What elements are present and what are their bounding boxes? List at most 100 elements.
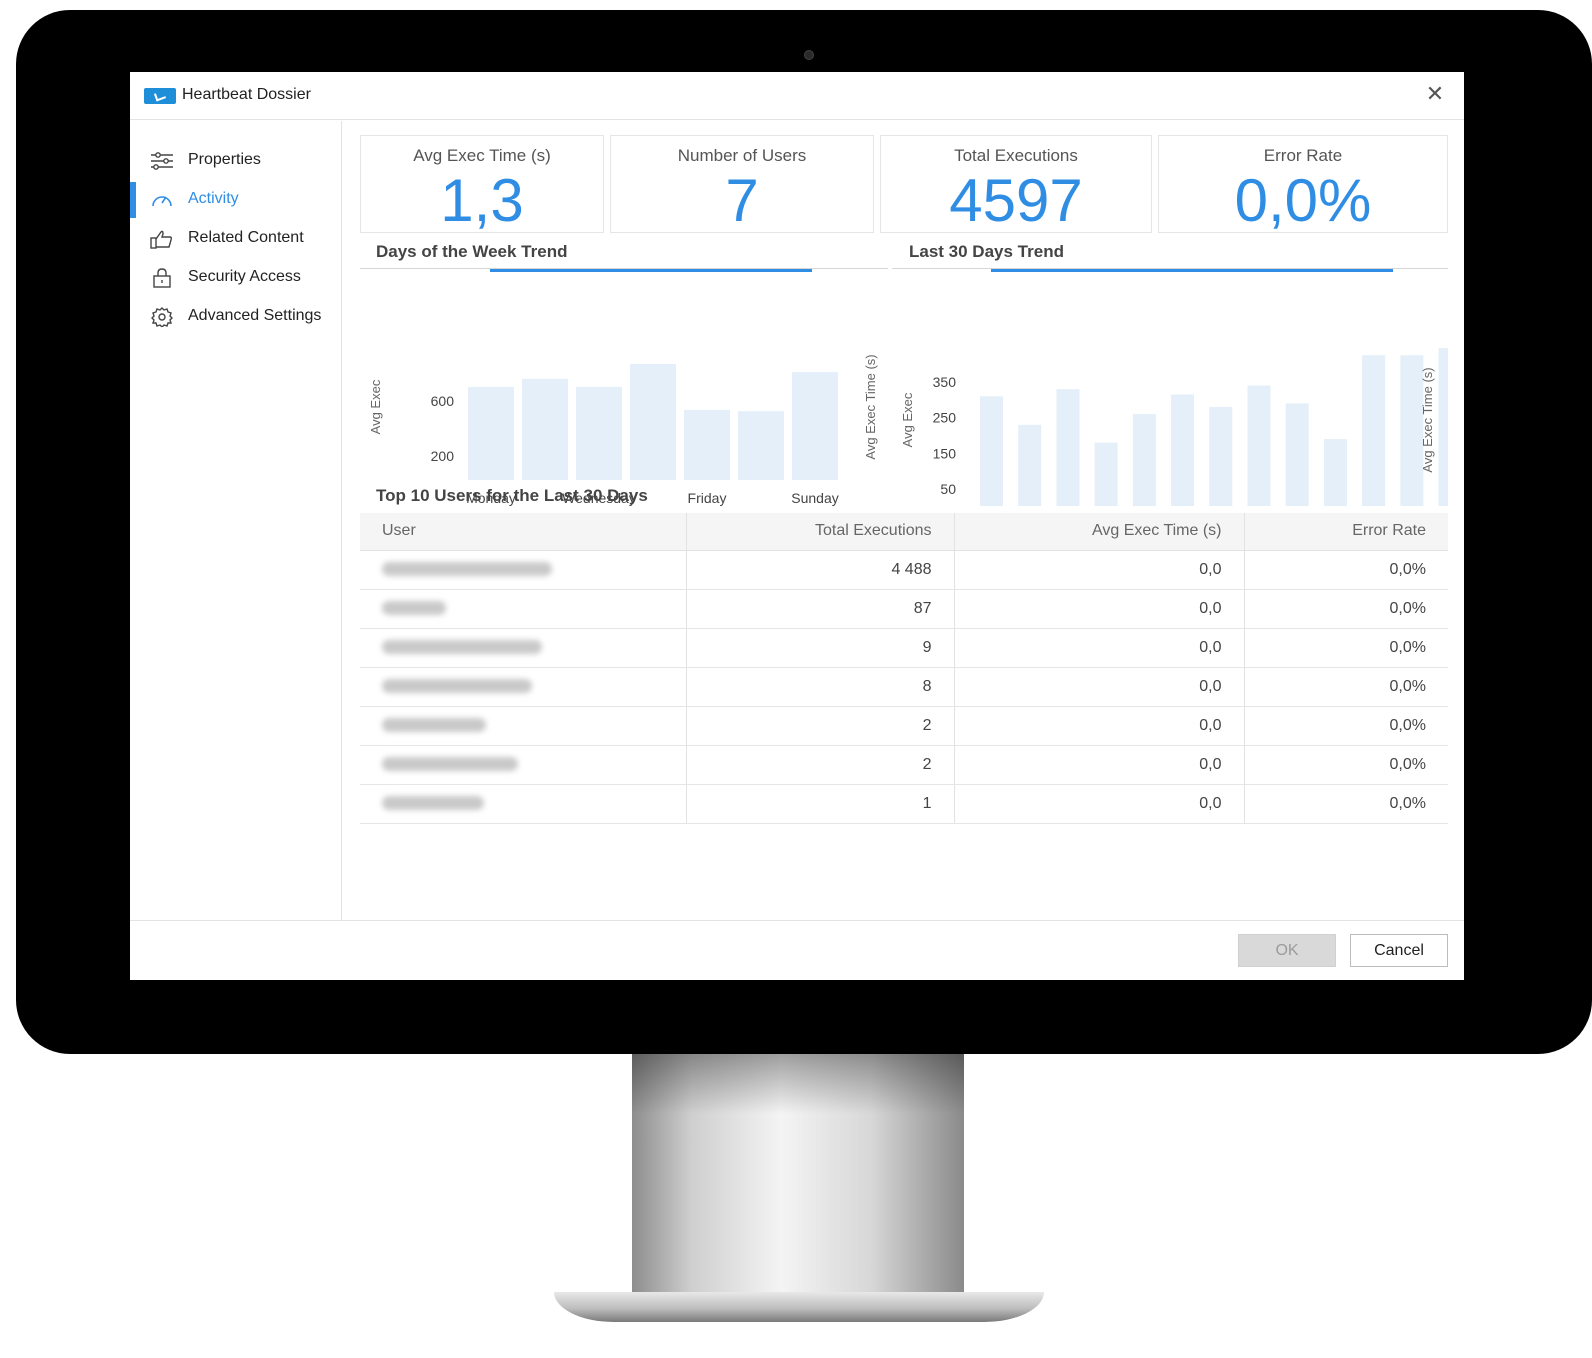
error-rate-cell: 0,0% <box>1244 667 1448 707</box>
avg-exec-time-cell: 0,0 <box>954 706 1245 746</box>
bar-2019-02-10[interactable] <box>1132 414 1156 506</box>
y-axis-title: Avg Exec <box>368 379 383 434</box>
user-name-cell <box>360 667 687 707</box>
total-executions-cell: 87 <box>686 589 955 629</box>
bar-2019-02-13[interactable] <box>1247 385 1271 506</box>
bar-wednesday[interactable] <box>576 386 622 480</box>
bar-2019-02-14[interactable] <box>1285 403 1309 506</box>
user-name-cell <box>360 550 687 590</box>
bar-thursday[interactable] <box>630 364 676 480</box>
user-name-cell <box>360 784 687 824</box>
month-trend-title: Last 30 Days Trend <box>909 242 1064 261</box>
user-name-cell <box>360 589 687 629</box>
total-executions-cell: 2 <box>686 745 955 785</box>
kpi-avg-exec-time: Avg Exec Time (s) 1,3 <box>360 135 604 233</box>
sidebar-item-advanced-settings[interactable]: Advanced Settings <box>130 297 342 335</box>
table-row[interactable]: 2 0,0 0,0% <box>360 745 1448 785</box>
error-rate-cell: 0,0% <box>1244 628 1448 668</box>
avg-exec-time-cell: 0,0 <box>954 784 1245 824</box>
dialog-titlebar: Heartbeat Dossier ✕ <box>130 72 1464 120</box>
table-row[interactable]: 2 0,0 0,0% <box>360 706 1448 746</box>
avg-exec-time-cell: 0,0 <box>954 550 1245 590</box>
bar-friday[interactable] <box>684 409 730 480</box>
sidebar-item-properties[interactable]: Properties <box>130 141 342 179</box>
redacted-user-name <box>382 679 532 694</box>
kpi-value: 4597 <box>949 167 1083 234</box>
sidebar: Properties Activity Related Content Secu… <box>130 121 342 921</box>
x-tick-label: Friday <box>688 490 727 506</box>
kpi-number-of-users: Number of Users 7 <box>610 135 874 233</box>
thumbs-up-icon <box>150 230 173 249</box>
user-name-cell <box>360 706 687 746</box>
bar-2019-02-18[interactable] <box>1438 348 1448 506</box>
kpi-label: Avg Exec Time (s) <box>413 146 551 165</box>
y-tick-label: 250 <box>933 410 957 426</box>
bar-2019-02-16[interactable] <box>1362 355 1386 506</box>
sidebar-item-label: Advanced Settings <box>188 307 322 324</box>
avg-exec-time-cell: 0,0 <box>954 589 1245 629</box>
bar-saturday[interactable] <box>738 411 784 480</box>
lock-icon <box>153 268 171 288</box>
column-header-total-executions[interactable]: Total Executions <box>686 513 955 551</box>
bar-monday[interactable] <box>468 386 514 480</box>
cancel-button[interactable]: Cancel <box>1350 934 1448 967</box>
bar-2019-02-09[interactable] <box>1094 442 1118 506</box>
table-row[interactable]: 8 0,0 0,0% <box>360 667 1448 707</box>
table-row[interactable]: 1 0,0 0,0% <box>360 784 1448 824</box>
ok-button[interactable]: OK <box>1238 934 1336 967</box>
sidebar-item-label: Security Access <box>188 268 301 285</box>
sidebar-item-label: Related Content <box>188 229 304 246</box>
top-users-title: Top 10 Users for the Last 30 Days <box>376 486 648 505</box>
bar-2019-02-07[interactable] <box>1018 424 1042 506</box>
bar-2019-02-11[interactable] <box>1171 394 1195 506</box>
heartbeat-dossier-dialog: Heartbeat Dossier ✕ Properties Activity <box>130 72 1464 980</box>
sidebar-item-label: Properties <box>188 151 261 168</box>
error-rate-cell: 0,0% <box>1244 784 1448 824</box>
month-trend-chart: 2019-02-082019-02-122019-02-162019-02-20… <box>900 348 1448 531</box>
bar-2019-02-15[interactable] <box>1323 439 1347 506</box>
footer-divider <box>130 920 1464 921</box>
avg-exec-time-cell: 0,0 <box>954 745 1245 785</box>
y-tick-label: 600 <box>431 393 455 409</box>
column-header-error-rate[interactable]: Error Rate <box>1244 513 1448 551</box>
close-icon[interactable]: ✕ <box>1424 84 1446 106</box>
column-header-avg-exec-time[interactable]: Avg Exec Time (s) <box>954 513 1245 551</box>
redacted-user-name <box>382 562 552 577</box>
total-executions-cell: 2 <box>686 706 955 746</box>
bar-sunday[interactable] <box>792 372 838 480</box>
redacted-user-name <box>382 601 446 616</box>
bar-tuesday[interactable] <box>522 378 568 480</box>
total-executions-cell: 9 <box>686 628 955 668</box>
monitor-stand-foot <box>554 1292 1044 1322</box>
table-row[interactable]: 87 0,0 0,0% <box>360 589 1448 629</box>
week-trend-title: Days of the Week Trend <box>376 242 568 261</box>
x-tick-label: Sunday <box>791 490 838 506</box>
sidebar-item-security-access[interactable]: Security Access <box>130 258 342 296</box>
total-executions-cell: 8 <box>686 667 955 707</box>
user-name-cell <box>360 628 687 668</box>
monitor-stand-shadow <box>632 1054 964 1114</box>
sidebar-item-activity[interactable]: Activity <box>130 180 342 218</box>
bar-2019-02-06[interactable] <box>980 396 1003 506</box>
sliders-icon <box>151 152 173 170</box>
bar-2019-02-12[interactable] <box>1209 406 1233 506</box>
total-executions-cell: 4 488 <box>686 550 955 590</box>
redacted-user-name <box>382 718 486 733</box>
kpi-total-executions: Total Executions 4597 <box>880 135 1152 233</box>
webcam <box>804 50 814 60</box>
kpi-label: Number of Users <box>677 146 807 165</box>
y2-axis-title: Avg Exec Time (s) <box>863 354 878 459</box>
total-executions-cell: 1 <box>686 784 955 824</box>
y-tick-label: 50 <box>940 481 956 497</box>
sidebar-item-related-content[interactable]: Related Content <box>130 219 342 257</box>
table-row[interactable]: 4 488 0,0 0,0% <box>360 550 1448 590</box>
y-tick-label: 350 <box>933 374 957 390</box>
redacted-user-name <box>382 640 542 655</box>
table-row[interactable]: 9 0,0 0,0% <box>360 628 1448 668</box>
column-header-user[interactable]: User <box>360 513 687 551</box>
bar-2019-02-08[interactable] <box>1056 389 1080 506</box>
redacted-user-name <box>382 757 518 772</box>
user-name-cell <box>360 745 687 785</box>
top-users-table: User Total Executions Avg Exec Time (s) … <box>360 513 1448 824</box>
gear-icon <box>151 307 173 327</box>
